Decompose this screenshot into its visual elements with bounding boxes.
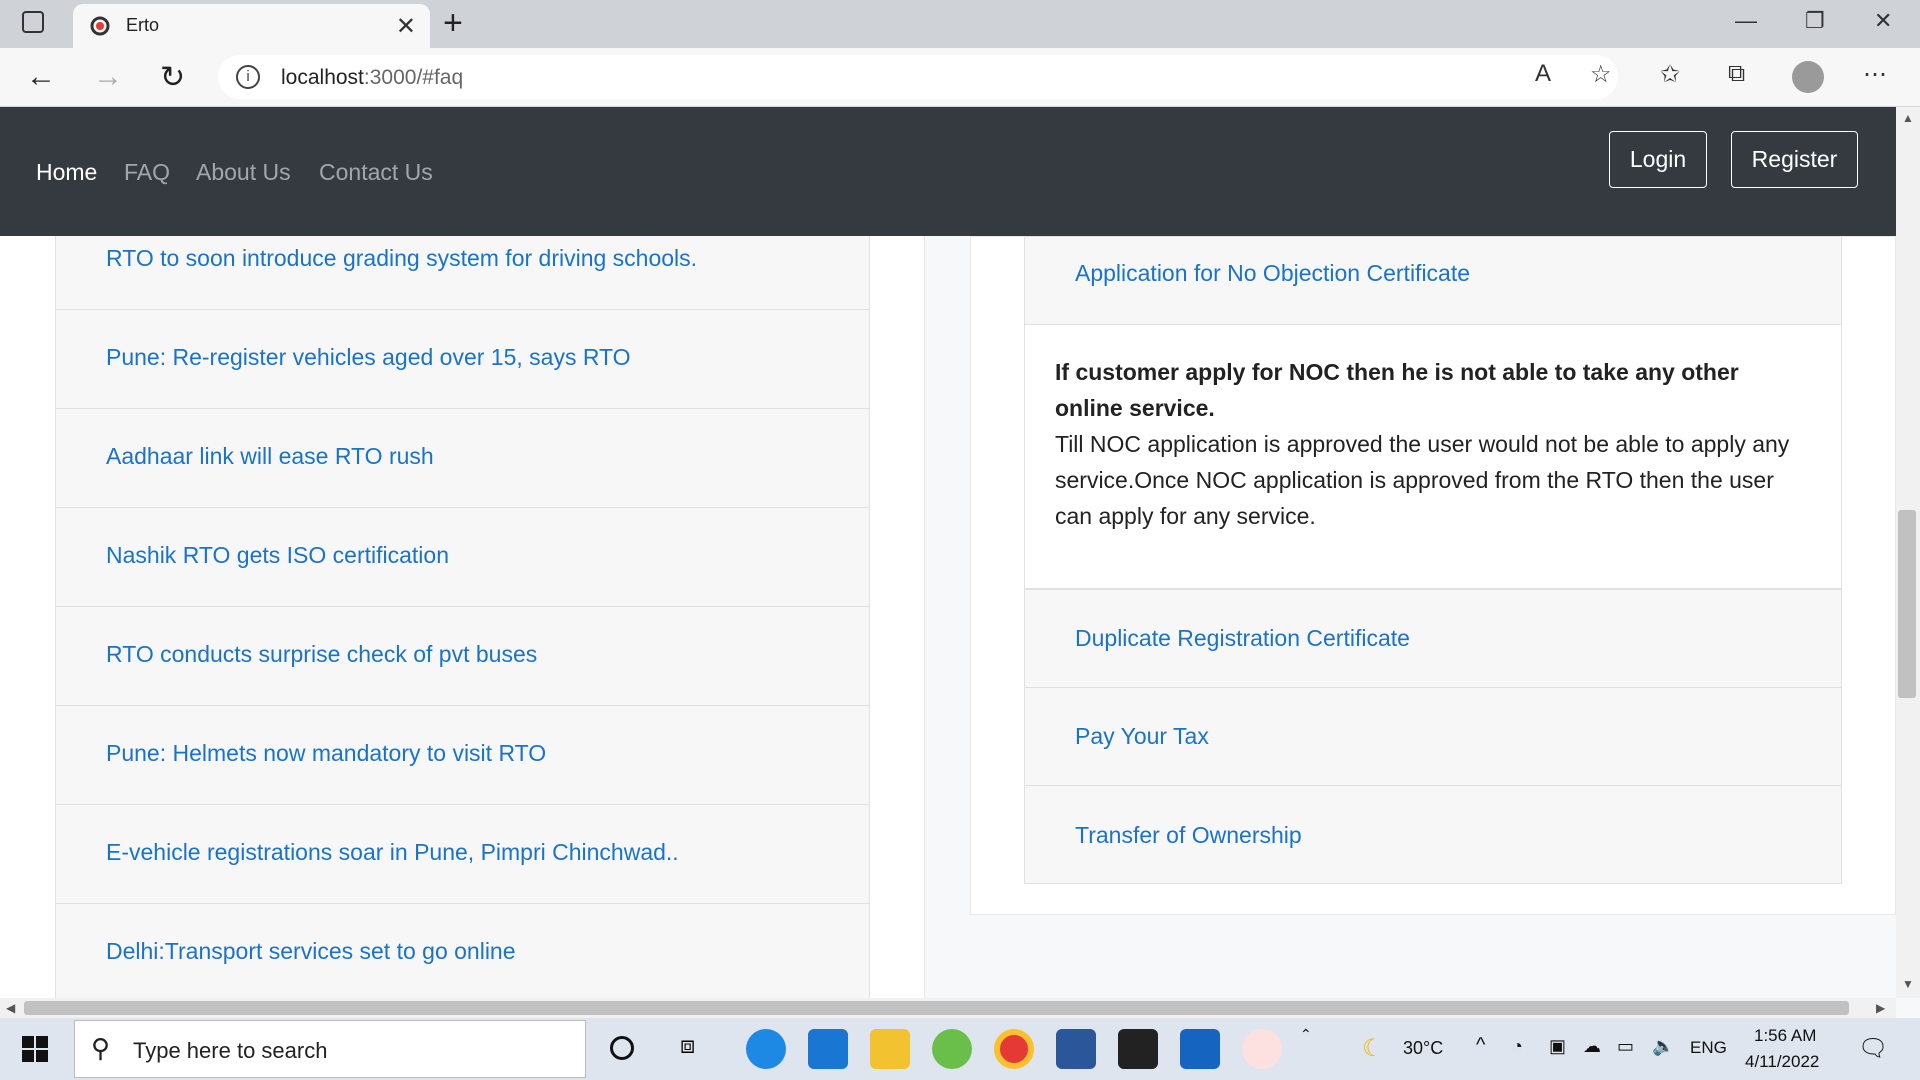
cloud-icon[interactable]: ☁ [1583,1036,1601,1057]
mail-app-icon[interactable] [808,1029,848,1069]
login-button[interactable]: Login [1609,131,1707,188]
news-item[interactable]: E-vehicle registrations soar in Pune, Pi… [55,805,870,904]
nav-faq[interactable]: FAQ [124,159,170,186]
photos-app-icon[interactable] [1180,1029,1220,1069]
browser-tab[interactable]: Erto ✕ [73,4,430,48]
url-field[interactable]: i localhost:3000/#faq [218,55,1618,99]
volume-icon[interactable]: 🔈 [1652,1036,1674,1057]
news-item[interactable]: Pune: Re-register vehicles aged over 15,… [55,310,870,409]
reload-icon[interactable]: ↻ [160,60,185,95]
horizontal-scroll-thumb[interactable] [24,1001,1849,1015]
faq-panel: Application for No Objection Certificate… [970,236,1896,915]
nav-contact-us[interactable]: Contact Us [319,159,433,186]
profile-avatar-icon[interactable] [1792,61,1824,93]
faq-question[interactable]: Pay Your Tax [1024,687,1842,786]
taskbar-search-box[interactable]: ⚲ Type here to search [74,1020,586,1078]
faq-question-open[interactable]: Application for No Objection Certificate [1024,236,1842,325]
back-icon[interactable]: ← [26,60,56,94]
search-placeholder: Type here to search [133,1038,328,1063]
tab-close-icon[interactable]: ✕ [396,12,416,41]
meet-icon[interactable]: ▣ [1549,1036,1566,1057]
word-app-icon[interactable] [1056,1029,1096,1069]
read-aloud-icon[interactable]: A [1535,60,1551,88]
clock-time[interactable]: 1:56 AM [1754,1026,1816,1046]
tab-favicon-icon [89,15,111,37]
weather-temp[interactable]: 30°C [1403,1038,1443,1059]
notifications-icon[interactable]: 🗨 [1858,1034,1888,1063]
close-window-icon[interactable]: ✕ [1874,8,1892,34]
site-info-icon[interactable]: i [236,65,260,89]
wifi-icon[interactable]: ◔ [1512,1036,1523,1057]
clock-date[interactable]: 4/11/2022 [1745,1052,1819,1072]
scroll-left-icon[interactable]: ◀ [6,1001,15,1015]
battery-icon[interactable]: ▭ [1617,1036,1634,1057]
faq-answer-bold: If customer apply for NOC then he is not… [1055,359,1739,421]
news-item[interactable]: Nashik RTO gets ISO certification [55,508,870,607]
news-item[interactable]: RTO conducts surprise check of pvt buses [55,607,870,706]
edge-app-icon[interactable] [746,1029,786,1069]
spring-tool-icon[interactable] [932,1029,972,1069]
scroll-up-icon[interactable]: ▲ [1902,111,1914,125]
news-item[interactable]: Pune: Helmets now mandatory to visit RTO [55,706,870,805]
tab-actions-icon[interactable] [22,11,44,33]
news-column: RTO to soon introduce grading system for… [0,236,925,998]
scroll-right-icon[interactable]: ▶ [1876,1001,1885,1015]
file-explorer-icon[interactable] [870,1029,910,1069]
windows-taskbar: ⚲ Type here to search ⧈ ⌃ ☾ 30°C ^ ◔ ▣ ☁… [0,1018,1920,1080]
faq-answer-text: Till NOC application is approved the use… [1055,431,1790,529]
show-hidden-icons-icon[interactable]: ^ [1476,1034,1485,1057]
news-item[interactable]: Aadhaar link will ease RTO rush [55,409,870,508]
tab-title: Erto [126,15,160,35]
address-bar-row: ← → ↻ i localhost:3000/#faq A ☆ ✩ ⧉ ⋯ [0,48,1920,107]
scroll-down-icon[interactable]: ▼ [1902,977,1914,991]
add-favorite-icon[interactable]: ☆ [1590,60,1612,89]
windows-start-icon[interactable] [22,1036,48,1067]
browser-tab-bar: Erto ✕ + — ❐ ✕ [0,0,1920,48]
task-view-icon[interactable]: ⧈ [680,1032,695,1060]
taskbar-scroll-icon[interactable]: ⌃ [1300,1026,1312,1043]
nav-about-us[interactable]: About Us [196,159,291,186]
moon-icon: ☾ [1362,1035,1384,1062]
main-content: RTO to soon introduce grading system for… [0,236,1896,998]
collections-icon[interactable]: ⧉ [1728,60,1745,88]
restore-icon[interactable]: ❐ [1805,8,1825,34]
faq-question[interactable]: Transfer of Ownership [1024,785,1842,884]
news-item[interactable]: Delhi:Transport services set to go onlin… [55,904,870,998]
faq-answer: If customer apply for NOC then he is not… [1024,325,1842,589]
forward-icon[interactable]: → [93,60,123,94]
chrome-app-icon[interactable] [994,1029,1034,1069]
minimize-icon[interactable]: — [1735,8,1757,34]
cortana-icon[interactable] [610,1036,634,1060]
favorites-icon[interactable]: ✩ [1660,60,1680,89]
faq-question[interactable]: Duplicate Registration Certificate [1024,589,1842,688]
vertical-scroll-thumb[interactable] [1898,510,1916,698]
new-tab-icon[interactable]: + [443,4,463,43]
snipping-tool-icon[interactable] [1242,1029,1282,1069]
register-button[interactable]: Register [1731,131,1858,188]
language-indicator[interactable]: ENG [1690,1038,1727,1058]
search-icon: ⚲ [91,1033,111,1063]
news-item[interactable]: RTO to soon introduce grading system for… [55,236,870,310]
mysql-app-icon[interactable] [1118,1029,1158,1069]
more-menu-icon[interactable]: ⋯ [1863,60,1887,89]
nav-home[interactable]: Home [36,159,97,186]
url-text: localhost:3000/#faq [281,66,464,89]
site-navbar: Home FAQ About Us Contact Us Login Regis… [0,107,1896,236]
